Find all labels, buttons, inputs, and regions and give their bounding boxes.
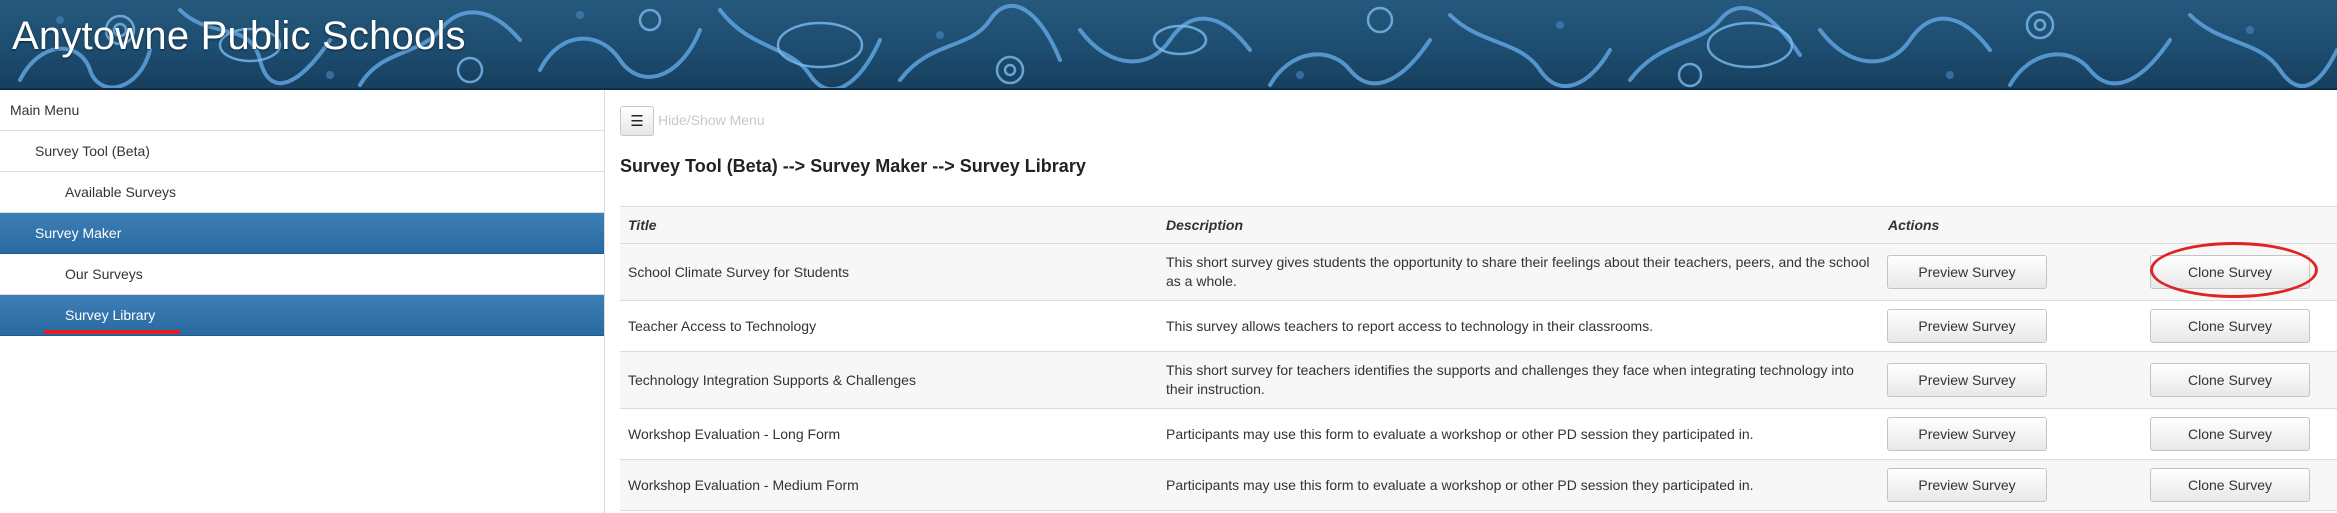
sidebar-menu: Main Menu Survey Tool (Beta) Available S… — [0, 90, 605, 513]
main-content: ☰ Hide/Show Menu Survey Tool (Beta) --> … — [620, 90, 2337, 513]
column-header-empty — [2150, 206, 2337, 244]
survey-description: Participants may use this form to evalua… — [1158, 459, 1880, 511]
sidebar-item-label: Our Surveys — [65, 266, 143, 282]
sidebar-item-label: Main Menu — [10, 102, 80, 118]
sidebar-item-label: Survey Maker — [35, 225, 122, 241]
clone-cell: Clone Survey — [2150, 459, 2337, 511]
header-banner: Anytowne Public Schools — [0, 0, 2337, 90]
table-row: Workshop Evaluation - Long Form Particip… — [620, 408, 2337, 460]
actions-cell: Preview Survey — [1880, 351, 2150, 409]
highlight-underline — [44, 330, 180, 334]
column-header-title: Title — [620, 206, 1158, 244]
survey-title: Teacher Access to Technology — [620, 300, 1158, 352]
preview-survey-button[interactable]: Preview Survey — [1887, 309, 2047, 343]
clone-survey-button[interactable]: Clone Survey — [2150, 255, 2310, 289]
survey-title: Workshop Evaluation - Long Form — [620, 408, 1158, 460]
sidebar-item-label: Available Surveys — [65, 184, 177, 200]
table-row: Workshop Evaluation - Medium Form Partic… — [620, 459, 2337, 511]
clone-survey-button[interactable]: Clone Survey — [2150, 309, 2310, 343]
sidebar-item-survey-tool[interactable]: Survey Tool (Beta) — [0, 131, 604, 172]
table-row: Technology Integration Supports & Challe… — [620, 351, 2337, 409]
survey-description: This short survey for teachers identifie… — [1158, 351, 1880, 409]
sidebar-item-label: Survey Library — [65, 307, 156, 323]
actions-cell: Preview Survey — [1880, 300, 2150, 352]
clone-cell: Clone Survey — [2150, 243, 2337, 301]
table-row: Teacher Access to Technology This survey… — [620, 300, 2337, 352]
breadcrumb: Survey Tool (Beta) --> Survey Maker --> … — [620, 156, 1086, 176]
clone-survey-button[interactable]: Clone Survey — [2150, 468, 2310, 502]
sidebar-item-survey-maker[interactable]: Survey Maker — [0, 213, 604, 254]
survey-title: Technology Integration Supports & Challe… — [620, 351, 1158, 409]
survey-title: School Climate Survey for Students — [620, 243, 1158, 301]
actions-cell: Preview Survey — [1880, 243, 2150, 301]
clone-survey-button[interactable]: Clone Survey — [2150, 363, 2310, 397]
clone-cell: Clone Survey — [2150, 351, 2337, 409]
hamburger-icon: ☰ — [630, 113, 644, 130]
clone-cell: Clone Survey — [2150, 408, 2337, 460]
preview-survey-button[interactable]: Preview Survey — [1887, 417, 2047, 451]
survey-description: Participants may use this form to evalua… — [1158, 408, 1880, 460]
preview-survey-button[interactable]: Preview Survey — [1887, 255, 2047, 289]
sidebar-item-label: Survey Tool (Beta) — [35, 143, 150, 159]
hide-show-menu-link[interactable]: Hide/Show Menu — [658, 112, 765, 128]
table-row: School Climate Survey for Students This … — [620, 243, 2337, 301]
site-title: Anytowne Public Schools — [12, 14, 466, 58]
actions-cell: Preview Survey — [1880, 408, 2150, 460]
sidebar-item-available-surveys[interactable]: Available Surveys — [0, 172, 604, 213]
clone-cell: Clone Survey — [2150, 300, 2337, 352]
column-header-actions: Actions — [1880, 206, 2150, 244]
survey-description: This survey allows teachers to report ac… — [1158, 300, 1880, 352]
preview-survey-button[interactable]: Preview Survey — [1887, 363, 2047, 397]
clone-survey-button[interactable]: Clone Survey — [2150, 417, 2310, 451]
survey-title: Workshop Evaluation - Medium Form — [620, 459, 1158, 511]
sidebar-item-our-surveys[interactable]: Our Surveys — [0, 254, 604, 295]
table-header-row: Title Description Actions — [620, 206, 2337, 244]
actions-cell: Preview Survey — [1880, 459, 2150, 511]
sidebar-item-main-menu[interactable]: Main Menu — [0, 90, 604, 131]
column-header-description: Description — [1158, 206, 1880, 244]
survey-library-table: Title Description Actions School Climate… — [620, 206, 2337, 511]
survey-description: This short survey gives students the opp… — [1158, 243, 1880, 301]
menu-toggle-button[interactable]: ☰ — [620, 106, 654, 136]
preview-survey-button[interactable]: Preview Survey — [1887, 468, 2047, 502]
